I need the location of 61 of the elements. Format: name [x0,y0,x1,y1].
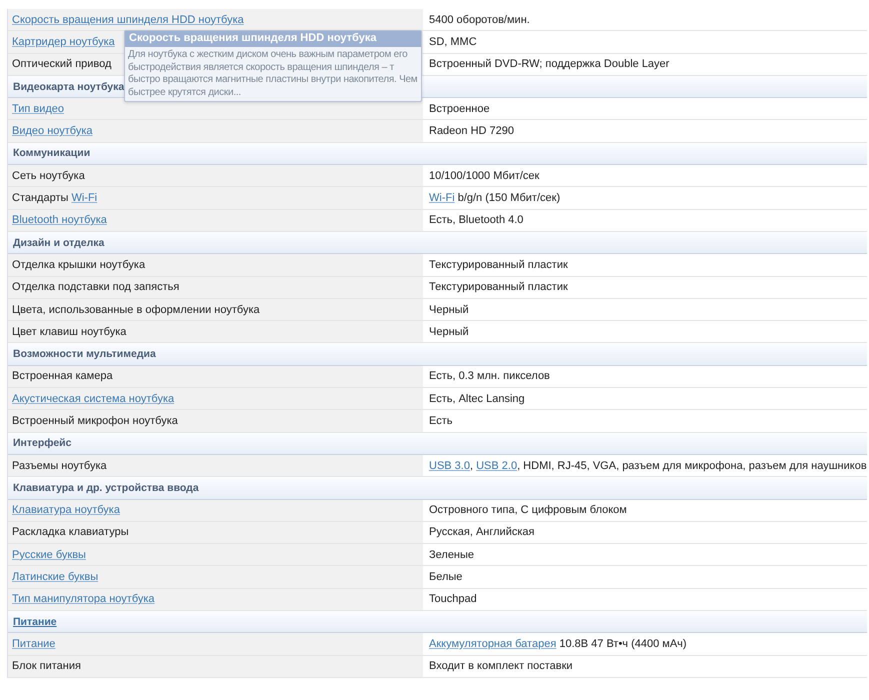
spec-label: Цвета, использованные в оформлении ноутбука [12,304,260,316]
spec-value-link[interactable]: USB 2.0 [476,460,518,472]
spec-value: Есть, Altec Lansing [429,392,525,405]
spec-value: Встроенное [429,102,490,115]
tooltip-title: Скорость вращения шпинделя HDD ноутбука [125,31,421,47]
spec-value: Белые [429,571,462,584]
spec-value: Встроенный DVD-RW; поддержка Double Layer [429,58,670,70]
spec-label-link[interactable]: Тип манипулятора ноутбука [12,593,155,606]
spec-value: Русская, Английская [429,526,534,538]
spec-label-link[interactable]: Тип видео [12,102,64,115]
section-title: Интерфейс [13,437,72,450]
spec-label-link[interactable]: Русские буквы [12,548,86,561]
spec-label: Оптический привод [12,58,112,70]
spec-value: Есть [429,414,452,427]
spec-label: Раскладка клавиатуры [12,526,129,538]
spec-label-link[interactable]: Скорость вращения шпинделя HDD ноутбука [12,14,244,26]
spec-label: Встроенный микрофон ноутбука [12,414,178,427]
spec-value: Черный [429,304,469,316]
spec-label-link[interactable]: Видео ноутбука [12,125,93,138]
spec-label-link[interactable]: Акустическая система ноутбука [12,392,174,405]
spec-label: Отделка крышки ноутбука [12,258,146,271]
spec-label: Отделка подставки под запястья [12,281,180,294]
spec-label-link[interactable]: Bluetooth ноутбука [12,214,107,226]
spec-value-link[interactable]: Wi-Fi [429,192,455,204]
spec-value: Есть, Bluetooth 4.0 [429,214,524,226]
spec-label: Разъемы ноутбука [12,460,107,472]
spec-label: Сеть ноутбука [12,170,85,182]
spec-value: Radeon HD 7290 [429,125,514,138]
spec-value: Touchpad [429,593,477,606]
spec-value: b/g/n (150 Мбит/сек) [456,192,560,204]
spec-label: Цвет клавиш ноутбука [12,326,126,338]
spec-label: Стандарты [12,192,70,204]
spec-value: 10/100/1000 Мбит/сек [429,170,540,182]
tooltip-text: Для ноутбука с жестким диском очень важным параметром его быстродействия является скорость вращения шпинделя – т быстро вращаются магнитные пластины внутри накопителя. Чем быстрее крутятся диски... [127,48,418,100]
section-title: Клавиатура и др. устройства ввода [13,482,199,494]
spec-value: Есть, 0.3 млн. пикселов [429,370,550,382]
spec-value: 10.8В 47 Вт•ч (4400 мАч) [558,638,687,650]
spec-value: Зеленые [429,548,474,561]
spec-label-link[interactable]: Клавиатура ноутбука [12,504,120,516]
spec-value: Островного типа, С цифровым блоком [429,504,627,516]
spec-value: , [470,460,474,472]
spec-label: Встроенная камера [12,370,113,382]
spec-value: 5400 оборотов/мин. [429,14,530,26]
spec-value-link[interactable]: USB 3.0 [429,460,470,472]
spec-value: Черный [429,326,469,338]
spec-label-link[interactable]: Латинские буквы [12,571,98,584]
spec-label-link[interactable]: Картридер ноутбука [12,36,115,48]
section-title: Видеокарта ноутбука [13,80,124,93]
section-title: Дизайн и отделка [13,236,104,249]
section-title: Коммуникации [13,147,90,160]
spec-label-link[interactable]: Wi-Fi [71,192,98,204]
spec-label: Блок питания [12,660,81,672]
spec-value: Текстурированный пластик [429,281,568,294]
spec-label-link[interactable]: Питание [12,638,56,650]
spec-value: , HDMI, RJ-45, VGA, разъем для микрофона, разъем для наушников [517,460,867,472]
spec-value-link[interactable]: Аккумуляторная батарея [429,638,556,650]
spec-value: Текстурированный пластик [429,258,568,271]
spec-value: SD, MMC [429,36,477,48]
spec-value: Входит в комплект поставки [429,660,573,672]
section-title-link[interactable]: Питание [13,616,57,628]
section-title: Возможности мультимедиа [13,348,156,360]
